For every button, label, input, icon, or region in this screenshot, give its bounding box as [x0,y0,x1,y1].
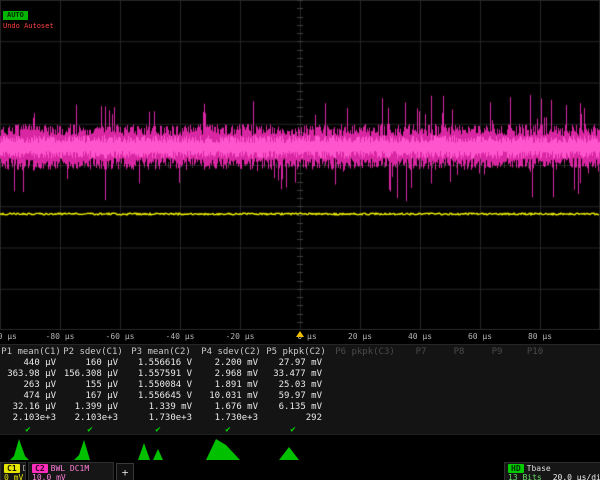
measure-header-row: P1 mean(C1) P2 sdev(C1) P3 mean(C2) P4 s… [0,347,600,358]
hd-badge: HD [508,464,524,473]
measure-value: 167 µV [62,391,124,402]
measure-header-p8[interactable]: P8 [440,347,478,358]
time-label: -100 µs [0,332,17,341]
measure-value: 1.399 µV [62,402,124,413]
measure-value: 440 µV [0,358,62,369]
measure-value: 1.891 mV [198,380,264,391]
measure-value: 1.676 mV [198,402,264,413]
measure-value: 1.556616 V [124,358,198,369]
histicon-p3[interactable] [132,436,190,460]
histicon-p5[interactable] [267,436,325,460]
measure-value: 2.968 mV [198,369,264,380]
waveform-canvas [0,0,600,330]
measure-value: 33.477 mV [264,369,328,380]
timebase-descriptor[interactable]: HD Tbase 13 Bits 20.0 µs/div [504,462,600,480]
histicon-strip [0,434,600,461]
channel-c1-descriptor[interactable]: C1 DC1M 0 mV [0,462,26,480]
time-axis: -100 µs -80 µs -60 µs -40 µs -20 µs 0 µs… [0,330,600,344]
measure-header-p2[interactable]: P2 sdev(C1) [62,347,124,358]
measure-value: 363.98 µV [0,369,62,380]
measure-value: 2.200 mV [198,358,264,369]
measure-value: 59.97 mV [264,391,328,402]
add-trace-button[interactable]: + [116,463,134,480]
waveform-display[interactable]: AUTO Undo Autoset [0,0,600,330]
measure-row-sdev: 32.16 µV 1.399 µV 1.339 mV 1.676 mV 6.13… [0,402,600,413]
measure-header-p9[interactable]: P9 [478,347,516,358]
c1-offset: 0 mV [4,473,23,480]
measure-header-p4[interactable]: P4 sdev(C2) [198,347,264,358]
trigger-status-badge[interactable]: AUTO [3,11,28,20]
trigger-position-marker[interactable] [296,331,304,337]
descbar-spacer [136,462,502,480]
descriptor-bar: C1 DC1M 0 mV C2 BWL DC1M 10.0 mV + HD Tb… [0,461,600,480]
tbase-scale: 20.0 µs/div [553,473,600,480]
measure-row-num: 2.103e+3 2.103e+3 1.730e+3 1.730e+3 292 [0,413,600,424]
measure-value: 1.730e+3 [198,413,264,424]
measure-value: 27.97 mV [264,358,328,369]
measure-value: 1.556645 V [124,391,198,402]
measure-value: 6.135 mV [264,402,328,413]
c2-scale: 10.0 mV [32,473,66,480]
measure-value: 1.557591 V [124,369,198,380]
measurement-table: P1 mean(C1) P2 sdev(C1) P3 mean(C2) P4 s… [0,344,600,434]
measure-row-mean: 363.98 µV 156.308 µV 1.557591 V 2.968 mV… [0,369,600,380]
measure-value: 25.03 mV [264,380,328,391]
time-label: 80 µs [528,332,552,341]
measure-row-value: 440 µV 160 µV 1.556616 V 2.200 mV 27.97 … [0,358,600,369]
time-label: -40 µs [166,332,195,341]
measure-value: 32.16 µV [0,402,62,413]
time-label: -60 µs [106,332,135,341]
time-label: 60 µs [468,332,492,341]
measure-value: 1.339 mV [124,402,198,413]
measure-value: 263 µV [0,380,62,391]
measure-header-p5[interactable]: P5 pkpk(C2) [264,347,328,358]
histicon-p4[interactable] [202,436,260,460]
histicon-p2[interactable] [64,436,122,460]
measure-header-p6[interactable]: P6 pkpk(C3) [328,347,402,358]
histicon-p1[interactable] [2,436,60,460]
measure-value: 155 µV [62,380,124,391]
time-label: -80 µs [46,332,75,341]
measure-value: 1.730e+3 [124,413,198,424]
undo-autoset-link[interactable]: Undo Autoset [3,22,54,30]
measure-header-p10[interactable]: P10 [516,347,554,358]
c1-badge: C1 [4,464,20,473]
tbase-bits: 13 Bits [508,473,542,480]
measure-value: 292 [264,413,328,424]
trigger-status: AUTO Undo Autoset [3,2,54,30]
measure-row-max: 474 µV 167 µV 1.556645 V 10.031 mV 59.97… [0,391,600,402]
measure-row-min: 263 µV 155 µV 1.550084 V 1.891 mV 25.03 … [0,380,600,391]
channel-c2-descriptor[interactable]: C2 BWL DC1M 10.0 mV [28,462,114,480]
measure-value: 2.103e+3 [0,413,62,424]
time-label: 20 µs [348,332,372,341]
measure-value: 156.308 µV [62,369,124,380]
tbase-label: Tbase [527,464,551,473]
time-label: 40 µs [408,332,432,341]
measure-value: 160 µV [62,358,124,369]
measure-value: 2.103e+3 [62,413,124,424]
measure-header-p1[interactable]: P1 mean(C1) [0,347,62,358]
c2-coupling: BWL DC1M [51,464,90,473]
c1-coupling: DC1M [23,464,26,473]
measure-value: 474 µV [0,391,62,402]
measure-value: 1.550084 V [124,380,198,391]
measure-header-p7[interactable]: P7 [402,347,440,358]
time-label: -20 µs [226,332,255,341]
measure-value: 10.031 mV [198,391,264,402]
c2-badge: C2 [32,464,48,473]
measure-header-p3[interactable]: P3 mean(C2) [124,347,198,358]
oscilloscope-screen: AUTO Undo Autoset -100 µs -80 µs -60 µs … [0,0,600,480]
